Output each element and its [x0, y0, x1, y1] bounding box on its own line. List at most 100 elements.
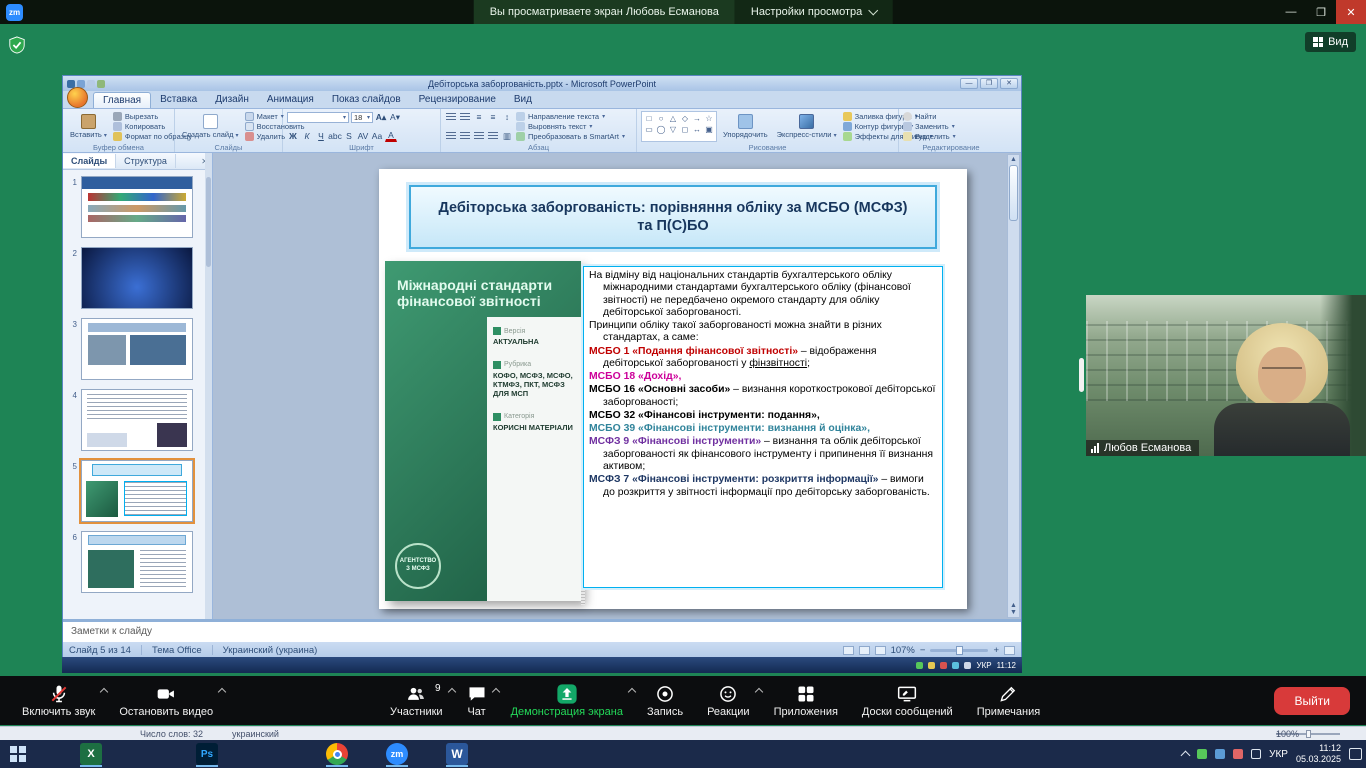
change-case-button[interactable]: Aa: [371, 130, 383, 142]
presenter-language[interactable]: УКР: [976, 661, 991, 670]
select-button[interactable]: Выделить ▾: [903, 132, 999, 141]
align-center-button[interactable]: [459, 130, 471, 142]
quick-styles-button[interactable]: Экспресс-стили ▾: [774, 111, 840, 142]
toolbar-record[interactable]: Запись: [635, 679, 695, 721]
tab-slides[interactable]: Слайды: [63, 154, 116, 168]
video-panel-handle[interactable]: [1079, 358, 1084, 392]
align-left-button[interactable]: [445, 130, 457, 142]
zoom-app-icon[interactable]: zm: [386, 743, 408, 765]
fit-to-window-button[interactable]: [1004, 646, 1015, 655]
slide-thumbnail-5-current[interactable]: 5: [69, 460, 202, 522]
tray-icon[interactable]: [1197, 749, 1207, 759]
text-direction-button[interactable]: Направление текста ▾: [516, 112, 625, 121]
tab-outline[interactable]: Структура: [116, 154, 176, 168]
slide-thumbnail-4[interactable]: 4: [69, 389, 202, 451]
toolbar-camera[interactable]: Остановить видео: [107, 679, 225, 721]
paste-button[interactable]: Вставить ▾: [67, 111, 110, 142]
indent-increase-button[interactable]: ≡: [487, 111, 499, 123]
notes-pane[interactable]: Заметки к слайду: [63, 619, 1021, 642]
columns-button[interactable]: ▥: [501, 130, 513, 142]
taskbar-clock[interactable]: 11:12 05.03.2025: [1296, 743, 1341, 766]
notification-center-icon[interactable]: [1349, 748, 1362, 760]
scroll-up-icon[interactable]: ▲: [1010, 156, 1017, 163]
line-spacing-button[interactable]: ↕: [501, 111, 513, 123]
normal-view-button[interactable]: [843, 646, 854, 655]
toolbar-reactions[interactable]: Реакции: [695, 679, 762, 721]
grow-font-button[interactable]: A▴: [375, 111, 387, 123]
leave-meeting-button[interactable]: Выйти: [1274, 687, 1350, 715]
tray-icon[interactable]: [952, 662, 959, 669]
redo-icon[interactable]: [87, 80, 95, 88]
chevron-up-icon[interactable]: [218, 688, 226, 696]
ppt-minimize-button[interactable]: —: [960, 78, 978, 89]
slide-thumbnail-2[interactable]: 2: [69, 247, 202, 309]
bullets-button[interactable]: [445, 111, 457, 123]
pane-scrollbar[interactable]: [205, 153, 212, 619]
tray-expand-icon[interactable]: [1181, 751, 1191, 761]
shapes-gallery[interactable]: □○△◇→☆ ▭◯▽◻↔▣: [641, 111, 717, 142]
start-button[interactable]: [10, 746, 26, 762]
language-status[interactable]: Украинский (украина): [223, 645, 318, 656]
zoom-slider[interactable]: [930, 649, 988, 652]
numbering-button[interactable]: [459, 111, 471, 123]
slide-title[interactable]: Дебіторська заборгованість: порівняння о…: [409, 185, 937, 249]
ppt-tab-2[interactable]: Вставка: [151, 92, 206, 108]
ppt-title-bar[interactable]: Дебіторська заборгованість.pptx - Micros…: [63, 76, 1021, 91]
slideshow-view-button[interactable]: [875, 646, 886, 655]
toolbar-participants[interactable]: 9Участники: [378, 679, 455, 721]
chrome-icon[interactable]: [326, 743, 348, 765]
slide-text-box[interactable]: На відміну від національних стандартів б…: [583, 266, 943, 588]
bold-button[interactable]: Ж: [287, 130, 299, 142]
speaker-icon[interactable]: [964, 662, 971, 669]
webcam-video[interactable]: Любов Есманова: [1086, 295, 1366, 456]
toolbar-apps[interactable]: Приложения: [762, 679, 850, 721]
toolbar-mic-off[interactable]: Включить звук: [10, 679, 107, 721]
ppt-tab-3[interactable]: Дизайн: [206, 92, 258, 108]
font-name-select[interactable]: ▾: [287, 112, 349, 123]
ppt-tab-6[interactable]: Рецензирование: [410, 92, 505, 108]
tray-icon[interactable]: [916, 662, 923, 669]
toolbar-whiteboard[interactable]: Доски сообщений: [850, 679, 965, 721]
vertical-scrollbar[interactable]: ▲ ▲ ▼: [1007, 154, 1020, 618]
close-button[interactable]: ✕: [1336, 0, 1366, 24]
ppt-tab-5[interactable]: Показ слайдов: [323, 92, 410, 108]
arrange-button[interactable]: Упорядочить: [720, 111, 771, 142]
find-button[interactable]: Найти: [903, 112, 999, 121]
word-icon[interactable]: W: [446, 743, 468, 765]
zoom-in-icon[interactable]: +: [993, 645, 999, 656]
toolbar-share[interactable]: Демонстрация экрана: [499, 679, 635, 721]
ppt-tab-7[interactable]: Вид: [505, 92, 541, 108]
next-slide-icon[interactable]: ▼: [1010, 609, 1017, 616]
slide-thumbnail-3[interactable]: 3: [69, 318, 202, 380]
align-text-button[interactable]: Выровнять текст ▾: [516, 122, 625, 131]
ppt-close-button[interactable]: ✕: [1000, 78, 1018, 89]
save-icon[interactable]: [67, 80, 75, 88]
replace-button[interactable]: Заменить ▾: [903, 122, 999, 131]
excel-icon[interactable]: X: [80, 743, 102, 765]
word-language[interactable]: украинский: [232, 729, 279, 739]
indent-decrease-button[interactable]: ≡: [473, 111, 485, 123]
font-size-select[interactable]: 18▾: [351, 112, 373, 123]
align-right-button[interactable]: [473, 130, 485, 142]
tray-icon[interactable]: [928, 662, 935, 669]
view-settings-menu[interactable]: Настройки просмотра: [735, 0, 892, 24]
tray-icon[interactable]: [1215, 749, 1225, 759]
word-count[interactable]: Число слов: 32: [140, 729, 203, 739]
photoshop-icon[interactable]: Ps: [196, 743, 218, 765]
slide-sorter-button[interactable]: [859, 646, 870, 655]
char-spacing-button[interactable]: AV: [357, 130, 369, 142]
shrink-font-button[interactable]: A▾: [389, 111, 401, 123]
slide-canvas[interactable]: Дебіторська заборгованість: порівняння о…: [379, 169, 967, 609]
strikethrough-button[interactable]: abc: [329, 130, 341, 142]
ppt-tab-4[interactable]: Анимация: [258, 92, 323, 108]
slide-thumbnail-1[interactable]: 1: [69, 176, 202, 238]
volume-icon[interactable]: [1251, 749, 1261, 759]
slideshow-icon[interactable]: [97, 80, 105, 88]
shadow-button[interactable]: S: [343, 130, 355, 142]
justify-button[interactable]: [487, 130, 499, 142]
convert-smartart-button[interactable]: Преобразовать в SmartArt ▾: [516, 132, 625, 141]
tray-icon[interactable]: [1233, 749, 1243, 759]
ppt-tab-1[interactable]: Главная: [93, 92, 151, 108]
tray-icon[interactable]: [940, 662, 947, 669]
scrollbar-thumb[interactable]: [1009, 165, 1018, 221]
